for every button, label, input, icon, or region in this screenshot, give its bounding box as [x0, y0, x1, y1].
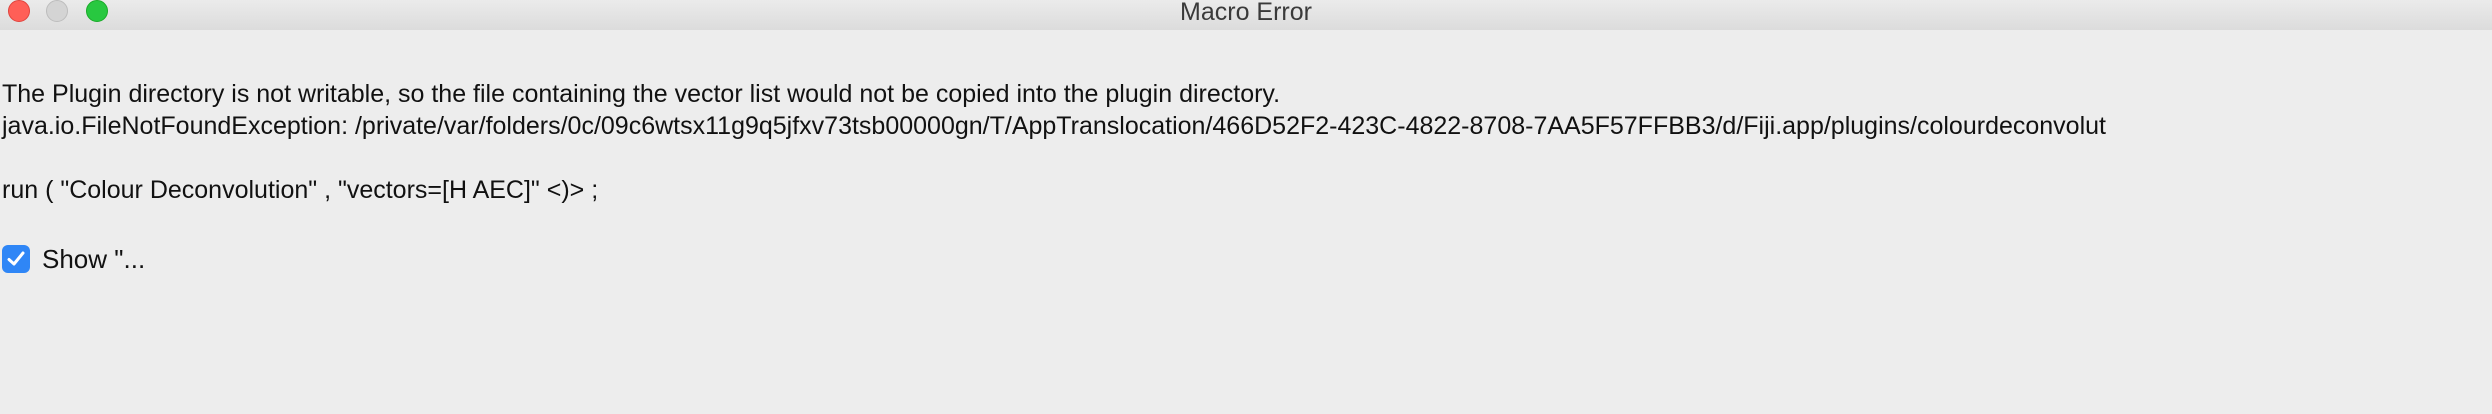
error-content: The Plugin directory is not writable, so…: [0, 30, 2492, 414]
error-message: The Plugin directory is not writable, so…: [2, 80, 1281, 108]
macro-command: run ( "Colour Deconvolution" , "vectors=…: [2, 176, 599, 204]
title-bar[interactable]: Macro Error: [0, 0, 2492, 31]
window-title: Macro Error: [1180, 0, 1312, 26]
macro-error-window: Macro Error The Plugin directory is not …: [0, 0, 2492, 414]
show-checkbox-row[interactable]: Show "...: [2, 242, 145, 276]
show-checkbox-label: Show "...: [42, 243, 146, 274]
exception-message: java.io.FileNotFoundException: /private/…: [2, 112, 2106, 140]
checkmark-icon: [7, 251, 25, 266]
show-checkbox[interactable]: [2, 245, 30, 273]
